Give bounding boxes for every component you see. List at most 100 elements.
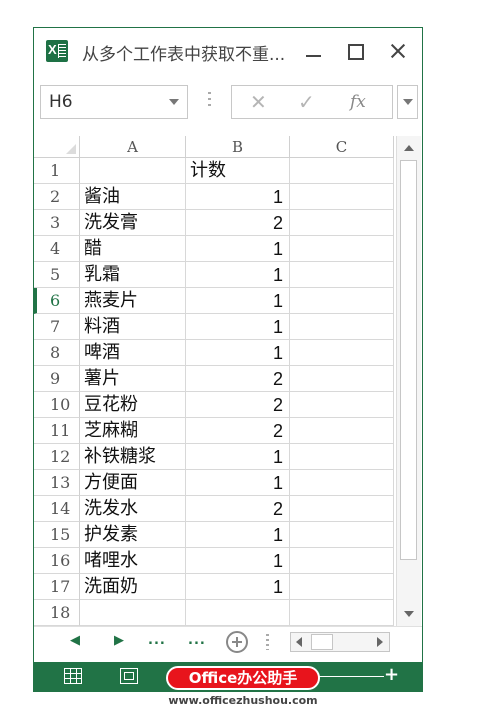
cell-b[interactable]: 2 <box>186 210 290 236</box>
scroll-down-icon[interactable] <box>401 606 417 622</box>
more-sheets-right-button[interactable]: ... <box>188 633 206 648</box>
zoom-in-icon[interactable]: + <box>384 664 399 685</box>
cell-b[interactable]: 1 <box>186 444 290 470</box>
insert-function-icon[interactable]: fx <box>350 92 366 112</box>
column-header-b[interactable]: B <box>186 136 290 158</box>
cell-c[interactable] <box>290 236 394 262</box>
cell-a[interactable]: 洗面奶 <box>80 574 186 600</box>
cell-a[interactable]: 豆花粉 <box>80 392 186 418</box>
row-header[interactable]: 16 <box>34 548 80 574</box>
cell-b[interactable]: 1 <box>186 340 290 366</box>
scroll-up-icon[interactable] <box>401 140 417 156</box>
cell-a[interactable]: 酱油 <box>80 184 186 210</box>
cell-a[interactable] <box>80 158 186 184</box>
row-header[interactable]: 18 <box>34 600 80 626</box>
cell-c[interactable] <box>290 210 394 236</box>
more-sheets-left-button[interactable]: ... <box>148 633 166 648</box>
row-header[interactable]: 10 <box>34 392 80 418</box>
normal-view-icon[interactable] <box>64 668 82 684</box>
scroll-thumb[interactable] <box>400 160 417 560</box>
row-header[interactable]: 1 <box>34 158 80 184</box>
cell-c[interactable] <box>290 548 394 574</box>
cell-b[interactable] <box>186 600 290 626</box>
cell-b[interactable]: 1 <box>186 262 290 288</box>
cell-c[interactable] <box>290 600 394 626</box>
row-header[interactable]: 15 <box>34 522 80 548</box>
column-header-a[interactable]: A <box>80 136 186 158</box>
chevron-down-icon[interactable] <box>169 99 179 105</box>
cell-c[interactable] <box>290 184 394 210</box>
cell-c[interactable] <box>290 418 394 444</box>
vertical-scrollbar[interactable] <box>396 136 421 626</box>
previous-sheet-icon[interactable]: ◀ <box>70 633 80 648</box>
cell-a[interactable]: 燕麦片 <box>80 288 186 314</box>
row-header[interactable]: 7 <box>34 314 80 340</box>
select-all-button[interactable] <box>34 136 80 158</box>
cell-c[interactable] <box>290 340 394 366</box>
cell-c[interactable] <box>290 496 394 522</box>
row-header[interactable]: 9 <box>34 366 80 392</box>
cell-b[interactable]: 1 <box>186 574 290 600</box>
formula-bar-grip[interactable] <box>208 92 211 110</box>
horizontal-scrollbar[interactable] <box>290 632 390 652</box>
cell-c[interactable] <box>290 444 394 470</box>
page-layout-view-icon[interactable] <box>120 668 138 684</box>
row-header[interactable]: 17 <box>34 574 80 600</box>
cell-c[interactable] <box>290 366 394 392</box>
cell-b[interactable]: 2 <box>186 392 290 418</box>
cell-b[interactable]: 1 <box>186 184 290 210</box>
cell-a[interactable] <box>80 600 186 626</box>
cell-a[interactable]: 补铁糖浆 <box>80 444 186 470</box>
cell-a[interactable]: 啫哩水 <box>80 548 186 574</box>
cell-a[interactable]: 方便面 <box>80 470 186 496</box>
cell-a[interactable]: 芝麻糊 <box>80 418 186 444</box>
cell-c[interactable] <box>290 392 394 418</box>
cell-b[interactable]: 1 <box>186 548 290 574</box>
cell-b[interactable]: 1 <box>186 288 290 314</box>
maximize-button[interactable] <box>342 36 370 66</box>
cell-a[interactable]: 薯片 <box>80 366 186 392</box>
cell-b[interactable]: 2 <box>186 418 290 444</box>
next-sheet-icon[interactable]: ▶ <box>114 633 124 648</box>
cell-b[interactable]: 计数 <box>186 158 290 184</box>
cell-a[interactable]: 乳霜 <box>80 262 186 288</box>
cell-a[interactable]: 料酒 <box>80 314 186 340</box>
cell-b[interactable]: 2 <box>186 366 290 392</box>
row-header[interactable]: 12 <box>34 444 80 470</box>
cell-a[interactable]: 啤酒 <box>80 340 186 366</box>
row-header[interactable]: 13 <box>34 470 80 496</box>
row-header[interactable]: 5 <box>34 262 80 288</box>
cell-a[interactable]: 洗发膏 <box>80 210 186 236</box>
cell-a[interactable]: 醋 <box>80 236 186 262</box>
column-header-c[interactable]: C <box>290 136 394 158</box>
cell-c[interactable] <box>290 314 394 340</box>
add-sheet-icon[interactable] <box>226 631 248 653</box>
row-header[interactable]: 8 <box>34 340 80 366</box>
cell-c[interactable] <box>290 262 394 288</box>
cell-c[interactable] <box>290 522 394 548</box>
tab-split-grip[interactable] <box>266 634 269 650</box>
scroll-left-icon[interactable] <box>291 633 309 651</box>
row-header[interactable]: 11 <box>34 418 80 444</box>
cell-a[interactable]: 洗发水 <box>80 496 186 522</box>
horizontal-scroll-thumb[interactable] <box>311 634 333 650</box>
cell-b[interactable]: 1 <box>186 236 290 262</box>
cell-c[interactable] <box>290 288 394 314</box>
name-box[interactable]: H6 <box>40 85 188 119</box>
row-header[interactable]: 4 <box>34 236 80 262</box>
cell-b[interactable]: 1 <box>186 522 290 548</box>
minimize-button[interactable] <box>300 36 328 66</box>
cell-a[interactable]: 护发素 <box>80 522 186 548</box>
cell-c[interactable] <box>290 158 394 184</box>
cell-b[interactable]: 1 <box>186 470 290 496</box>
row-header[interactable]: 14 <box>34 496 80 522</box>
close-button[interactable] <box>384 36 412 66</box>
row-header[interactable]: 6 <box>34 288 80 314</box>
enter-icon[interactable]: ✓ <box>298 90 315 114</box>
expand-formula-bar-button[interactable] <box>397 85 418 119</box>
row-header[interactable]: 3 <box>34 210 80 236</box>
cell-c[interactable] <box>290 470 394 496</box>
cell-c[interactable] <box>290 574 394 600</box>
scroll-right-icon[interactable] <box>371 633 389 651</box>
cell-b[interactable]: 2 <box>186 496 290 522</box>
